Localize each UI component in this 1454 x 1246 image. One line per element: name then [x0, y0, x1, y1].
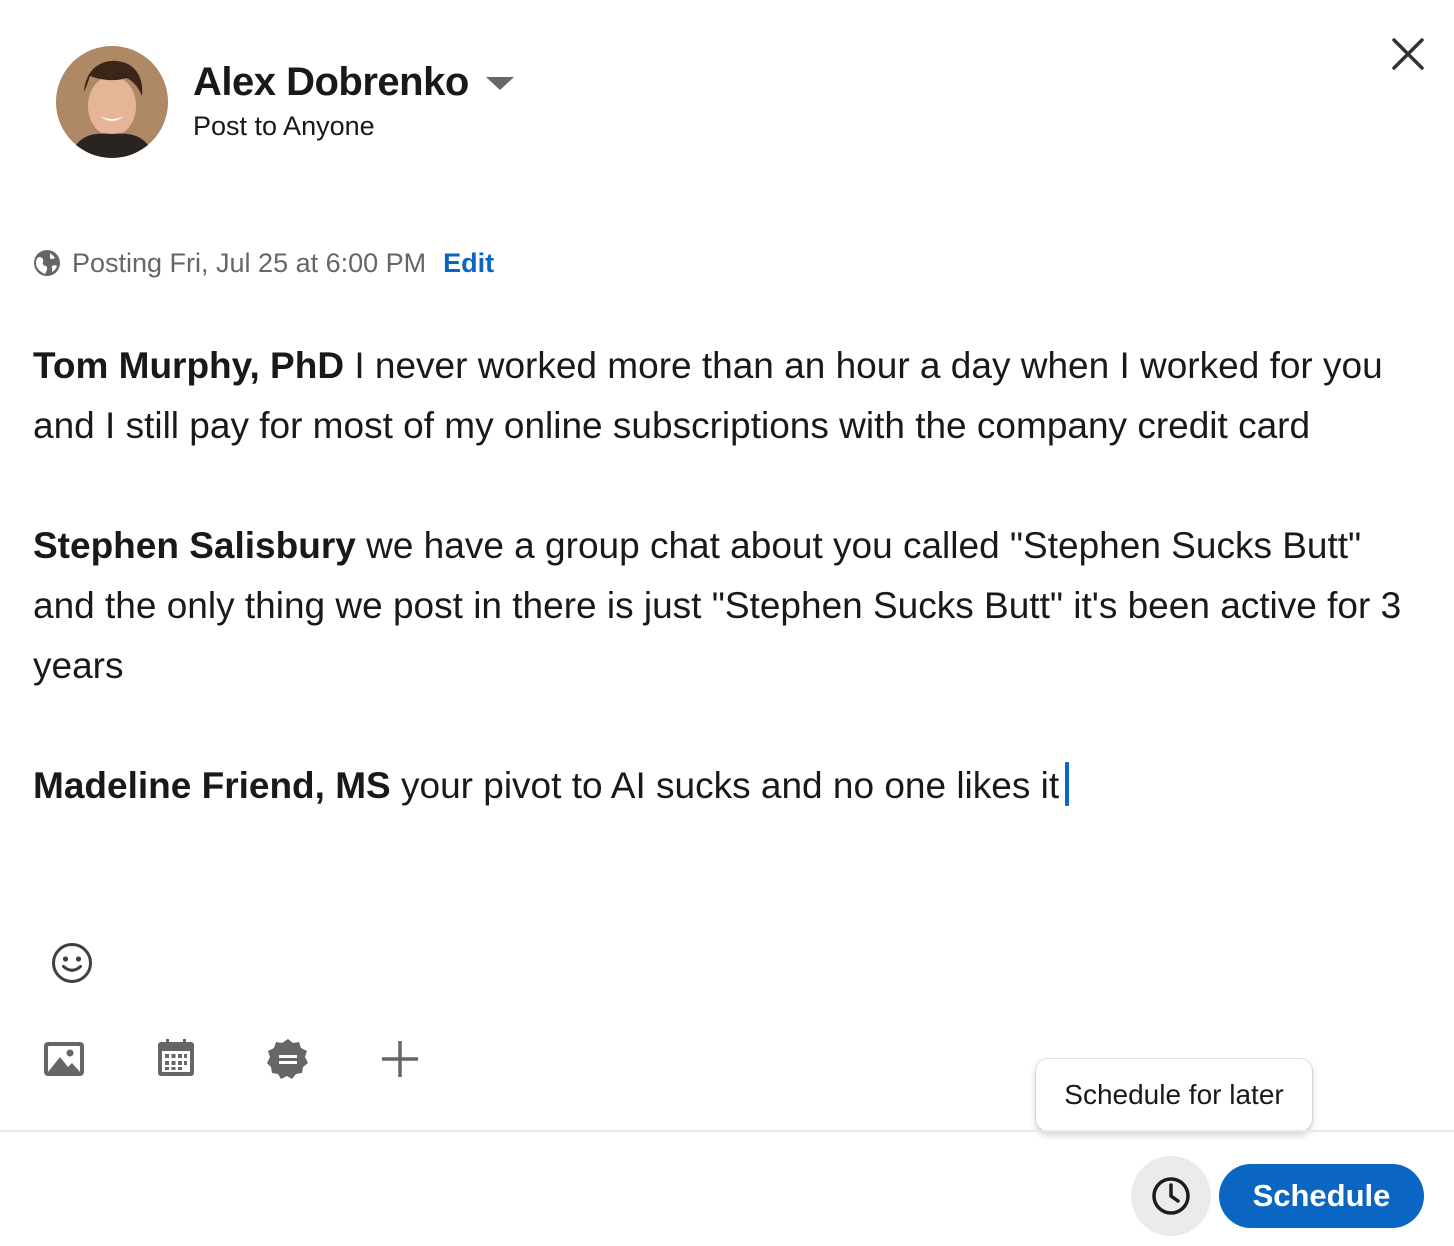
- close-button[interactable]: [1384, 30, 1432, 78]
- edit-schedule-link[interactable]: Edit: [443, 248, 494, 279]
- emoji-button[interactable]: [50, 941, 94, 985]
- clock-icon: [1152, 1177, 1190, 1215]
- globe-icon: [34, 250, 60, 276]
- calendar-icon: [158, 1039, 194, 1076]
- paragraph: Stephen Salisbury we have a group chat a…: [33, 516, 1413, 696]
- paragraph: Tom Murphy, PhD I never worked more than…: [33, 336, 1413, 456]
- footer-divider: [0, 1130, 1454, 1132]
- schedule-info: Posting Fri, Jul 25 at 6:00 PM Edit: [33, 245, 494, 281]
- plus-icon: [382, 1041, 418, 1077]
- mention[interactable]: Madeline Friend, MS: [33, 765, 391, 806]
- paragraph: Madeline Friend, MS your pivot to AI suc…: [33, 756, 1413, 816]
- audience-label[interactable]: Post to Anyone: [193, 111, 375, 142]
- paragraph-text: your pivot to AI sucks and no one likes …: [390, 765, 1060, 806]
- smiley-icon: [52, 943, 92, 983]
- schedule-button[interactable]: Schedule: [1219, 1164, 1424, 1228]
- text-cursor: [1065, 762, 1070, 806]
- post-editor[interactable]: Tom Murphy, PhD I never worked more than…: [33, 336, 1413, 816]
- badge-icon: [267, 1039, 308, 1079]
- tooltip: Schedule for later: [1036, 1059, 1312, 1131]
- mention[interactable]: Tom Murphy, PhD: [33, 345, 344, 386]
- caret-down-icon[interactable]: [486, 77, 514, 90]
- avatar[interactable]: [56, 46, 168, 158]
- image-icon: [44, 1042, 84, 1076]
- add-media-button[interactable]: [41, 1036, 87, 1082]
- mention[interactable]: Stephen Salisbury: [33, 525, 356, 566]
- create-event-button[interactable]: [153, 1036, 199, 1082]
- celebrate-button[interactable]: [265, 1036, 311, 1082]
- posting-time: Posting Fri, Jul 25 at 6:00 PM: [72, 247, 427, 278]
- author-name: Alex Dobrenko: [193, 60, 469, 104]
- profile-photo: [56, 46, 168, 158]
- schedule-for-later-button[interactable]: [1131, 1156, 1211, 1236]
- more-options-button[interactable]: [377, 1036, 423, 1082]
- close-icon: [1392, 38, 1424, 70]
